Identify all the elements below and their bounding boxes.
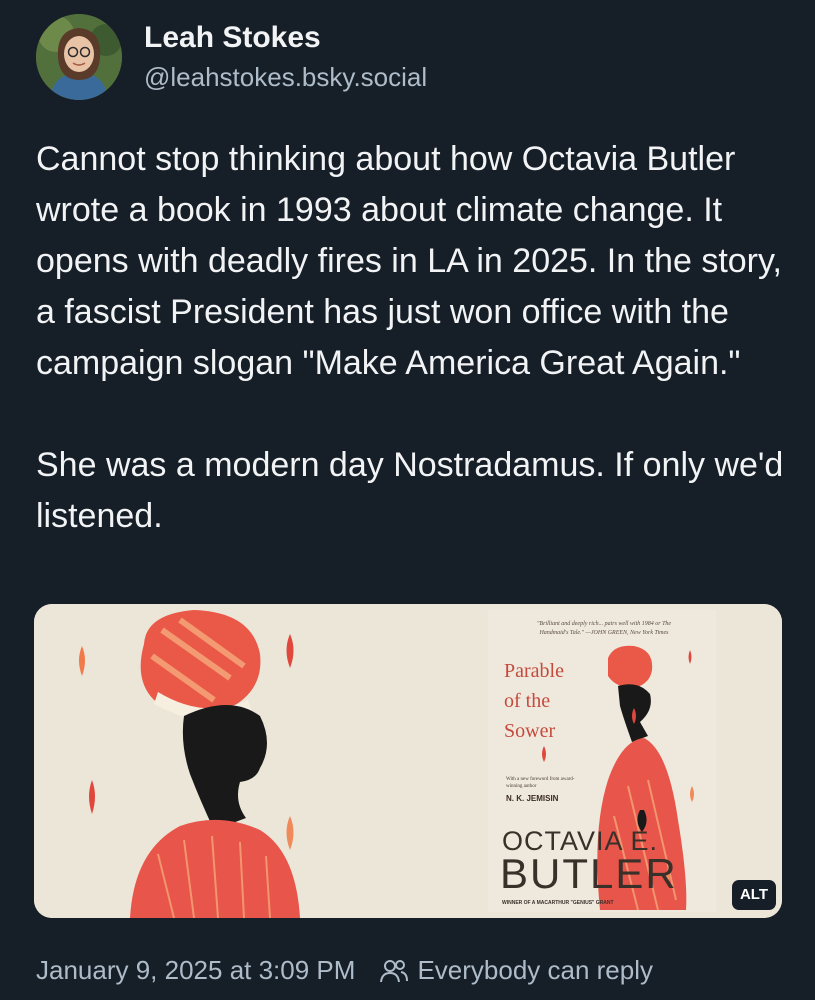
cover-title: Parable of the Sower bbox=[504, 656, 600, 746]
cover-title-line: Sower bbox=[504, 720, 556, 742]
cover-author-last: BUTLER bbox=[500, 850, 678, 897]
cover-blurb: "Brilliant and deeply rich... pairs well… bbox=[536, 621, 672, 636]
post-image[interactable]: "Brilliant and deeply rich... pairs well… bbox=[34, 604, 782, 918]
cover-award: WINNER OF A MACARTHUR "GENIUS" GRANT bbox=[502, 900, 614, 906]
cover-title-line: Parable bbox=[504, 660, 564, 682]
alt-text-button[interactable]: ALT bbox=[732, 880, 776, 910]
author-names: Leah Stokes @leahstokes.bsky.social bbox=[144, 21, 427, 93]
cover-foreword: With a new foreword from award-winning a… bbox=[506, 777, 575, 789]
post-container: Leah Stokes @leahstokes.bsky.social Cann… bbox=[0, 0, 815, 1000]
post-footer: January 9, 2025 at 3:09 PM Everybody can… bbox=[36, 955, 653, 986]
author-handle[interactable]: @leahstokes.bsky.social bbox=[144, 62, 427, 93]
people-icon bbox=[379, 956, 409, 986]
post-header: Leah Stokes @leahstokes.bsky.social bbox=[36, 14, 427, 100]
post-paragraph-2: She was a modern day Nostradamus. If onl… bbox=[36, 446, 784, 535]
cover-foreword-author: N. K. JEMISIN bbox=[506, 794, 559, 803]
post-timestamp[interactable]: January 9, 2025 at 3:09 PM bbox=[36, 955, 355, 986]
post-paragraph-1: Cannot stop thinking about how Octavia B… bbox=[36, 140, 782, 382]
post-text: Cannot stop thinking about how Octavia B… bbox=[36, 134, 796, 542]
avatar[interactable] bbox=[36, 14, 122, 100]
reply-setting[interactable]: Everybody can reply bbox=[417, 955, 653, 986]
cover-title-line: of the bbox=[504, 690, 551, 712]
author-display-name[interactable]: Leah Stokes bbox=[144, 21, 427, 56]
book-cover: "Brilliant and deeply rich... pairs well… bbox=[488, 610, 716, 912]
